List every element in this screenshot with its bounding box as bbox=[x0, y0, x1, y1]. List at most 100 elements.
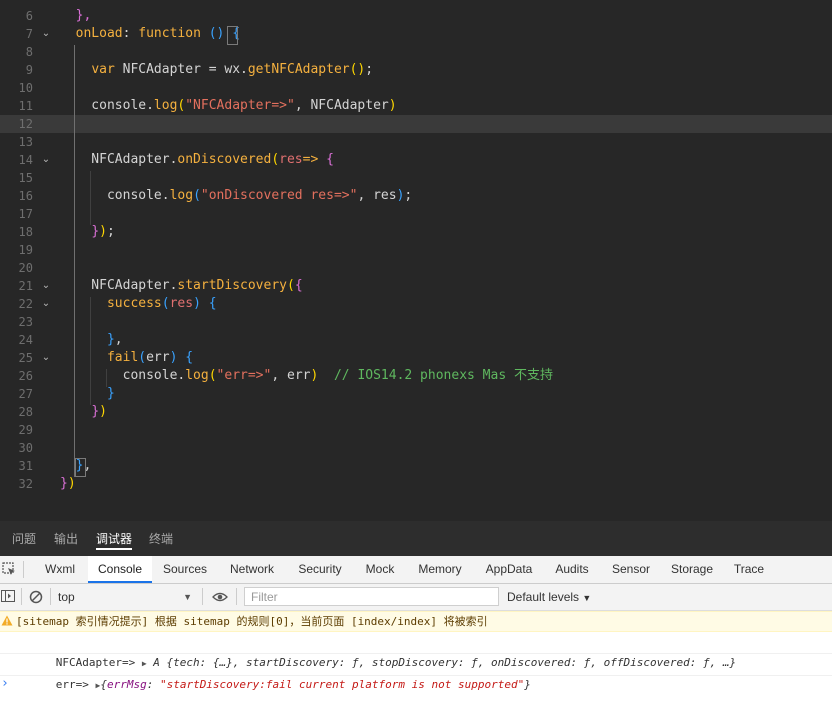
line-number: 27 bbox=[18, 387, 33, 401]
tab-appdata[interactable]: AppData bbox=[479, 556, 539, 583]
indent-guide bbox=[90, 297, 91, 405]
code-line[interactable]: 20 bbox=[0, 259, 832, 277]
fold-chevron-icon[interactable]: ⌄ bbox=[40, 25, 52, 43]
tab-wxml[interactable]: Wxml bbox=[35, 556, 85, 583]
code-text: console.log("onDiscovered res=>", res); bbox=[60, 187, 412, 205]
code-token: startDiscovery bbox=[177, 278, 287, 293]
code-token: err bbox=[146, 350, 170, 365]
tab-sensor[interactable]: Sensor bbox=[606, 556, 656, 583]
code-text: }, bbox=[60, 331, 123, 349]
code-token: ( bbox=[161, 296, 170, 311]
indent-guide bbox=[106, 369, 107, 387]
tab-audits[interactable]: Audits bbox=[549, 556, 595, 583]
tab-storage[interactable]: Storage bbox=[667, 556, 717, 583]
tab-sources[interactable]: Sources bbox=[157, 556, 213, 583]
line-number: 16 bbox=[18, 189, 33, 203]
object-preview[interactable]: {errMsg: "startDiscovery:fail current pl… bbox=[100, 678, 531, 691]
code-line[interactable]: 8 bbox=[0, 43, 832, 61]
log-levels-label: Default levels bbox=[507, 590, 580, 604]
code-line[interactable]: 27 } bbox=[0, 385, 832, 403]
code-text: var NFCAdapter = wx.getNFCAdapter(); bbox=[60, 61, 373, 79]
code-line[interactable]: 7 ⌄ onLoad: function () { bbox=[0, 25, 832, 43]
code-line[interactable]: 24 }, bbox=[0, 331, 832, 349]
log-levels-dropdown[interactable]: Default levels ▼ bbox=[507, 587, 591, 607]
eye-icon[interactable] bbox=[212, 592, 228, 602]
code-line[interactable]: 15 bbox=[0, 169, 832, 187]
console-output[interactable]: [sitemap 索引情况提示] 根据 sitemap 的规则[0]，当前页面 … bbox=[0, 611, 832, 725]
inspect-element-icon[interactable] bbox=[2, 562, 16, 576]
code-line[interactable]: 9 var NFCAdapter = wx.getNFCAdapter(); bbox=[0, 61, 832, 79]
tab-console[interactable]: Console bbox=[88, 556, 152, 583]
code-token: ; bbox=[404, 188, 413, 203]
code-line[interactable]: 26 console.log("err=>", err) // IOS14.2 … bbox=[0, 367, 832, 385]
code-text: }); bbox=[60, 223, 114, 241]
code-line[interactable]: 6 }, bbox=[0, 7, 832, 25]
code-line[interactable]: 19 bbox=[0, 241, 832, 259]
code-text: NFCAdapter.onDiscovered(res=> { bbox=[60, 151, 334, 169]
tab-mock[interactable]: Mock bbox=[359, 556, 401, 583]
code-line[interactable]: 32}) bbox=[0, 475, 832, 493]
code-token: ( bbox=[193, 188, 201, 203]
tab-security[interactable]: Security bbox=[292, 556, 348, 583]
code-text: }) bbox=[60, 475, 76, 493]
code-token: log bbox=[153, 98, 178, 113]
context-selector[interactable]: top ▼ bbox=[58, 587, 194, 607]
code-line[interactable]: 25 ⌄ fail(err) { bbox=[0, 349, 832, 367]
code-line[interactable]: 13 bbox=[0, 133, 832, 151]
code-token: log bbox=[185, 368, 209, 383]
tab-memory[interactable]: Memory bbox=[412, 556, 468, 583]
sidebar-toggle-icon[interactable] bbox=[1, 590, 15, 602]
code-token: getNFCAdapter bbox=[247, 62, 350, 77]
panel-tab-terminal[interactable]: 终端 bbox=[149, 521, 173, 556]
tab-trace[interactable]: Trace bbox=[728, 556, 770, 583]
log-entry-content: err=> ▶{errMsg: "startDiscovery:fail cur… bbox=[16, 655, 531, 716]
clear-console-icon[interactable] bbox=[29, 590, 43, 604]
code-token: "err=>" bbox=[216, 368, 272, 383]
code-token: // IOS14.2 phonexs Mas 不支持 bbox=[318, 368, 553, 383]
code-token: onLoad bbox=[75, 26, 123, 41]
code-token: () bbox=[208, 26, 225, 41]
code-token: ) bbox=[193, 296, 201, 311]
code-line[interactable]: 29 bbox=[0, 421, 832, 439]
code-line[interactable]: 22 ⌄ success(res) { bbox=[0, 295, 832, 313]
code-editor[interactable]: 32}) 31 }, 30 29 28 }) 27 } 26 console.log("er… bbox=[0, 0, 832, 521]
code-token: { bbox=[326, 152, 334, 167]
code-line[interactable]: 11 console.log("NFCAdapter=>", NFCAdapte… bbox=[0, 97, 832, 115]
code-line[interactable]: 23 bbox=[0, 313, 832, 331]
panel-tab-output[interactable]: 输出 bbox=[54, 521, 78, 556]
code-text: success(res) { bbox=[60, 295, 217, 313]
tab-network[interactable]: Network bbox=[223, 556, 281, 583]
line-number: 29 bbox=[18, 423, 33, 437]
code-line[interactable]: 30 bbox=[0, 439, 832, 457]
code-line[interactable]: 10 bbox=[0, 79, 832, 97]
line-number: 19 bbox=[18, 243, 33, 257]
line-number: 25 bbox=[18, 351, 33, 365]
code-token: "NFCAdapter=>" bbox=[185, 98, 295, 113]
code-line[interactable]: 16 console.log("onDiscovered res=>", res… bbox=[0, 187, 832, 205]
code-line[interactable]: 28 }) bbox=[0, 403, 832, 421]
code-line[interactable]: 31 }, bbox=[0, 457, 832, 475]
filter-input[interactable]: Filter bbox=[244, 587, 499, 606]
code-text: onLoad: function () { bbox=[60, 25, 240, 43]
panel-tab-debugger[interactable]: 调试器 bbox=[96, 521, 133, 556]
console-prompt-icon[interactable]: › bbox=[1, 676, 9, 691]
code-line[interactable]: 17 bbox=[0, 205, 832, 223]
code-line[interactable]: 14 ⌄ NFCAdapter.onDiscovered(res=> { bbox=[0, 151, 832, 169]
panel-tab-problems[interactable]: 问题 bbox=[12, 521, 36, 556]
fold-chevron-icon[interactable]: ⌄ bbox=[40, 277, 52, 295]
fold-chevron-icon[interactable]: ⌄ bbox=[40, 349, 52, 367]
toolbar-divider bbox=[236, 588, 237, 605]
object-value: "startDiscovery:fail current platform is… bbox=[159, 678, 525, 691]
fold-chevron-icon[interactable]: ⌄ bbox=[40, 151, 52, 169]
code-token: ) bbox=[67, 476, 76, 491]
code-line[interactable]: 21 ⌄ NFCAdapter.startDiscovery({ bbox=[0, 277, 832, 295]
code-line[interactable]: 12 bbox=[0, 115, 832, 133]
fold-chevron-icon[interactable]: ⌄ bbox=[40, 295, 52, 313]
code-line[interactable]: 18 }); bbox=[0, 223, 832, 241]
code-token: onDiscovered bbox=[177, 152, 272, 167]
